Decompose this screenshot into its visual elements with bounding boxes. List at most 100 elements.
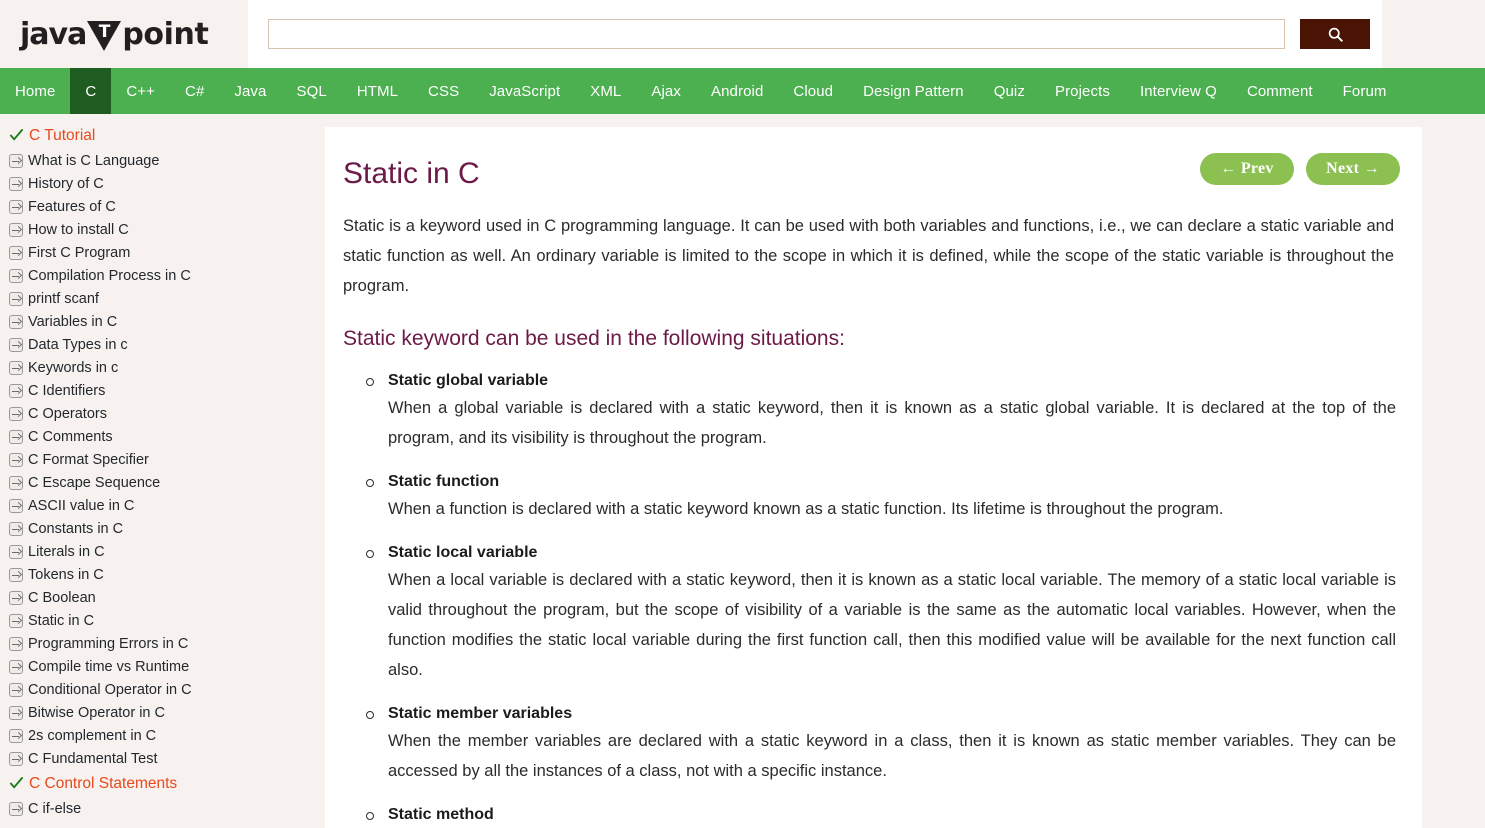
sidebar-item-programming-errors-in-c[interactable]: Programming Errors in C [4, 632, 325, 655]
arrow-box-icon [9, 751, 23, 766]
content-card: Static in C ← Prev Next → Static is a ke… [325, 127, 1422, 828]
sidebar-item-variables-in-c[interactable]: Variables in C [4, 310, 325, 333]
nav-item-css[interactable]: CSS [413, 68, 474, 114]
sidebar-item-c-fundamental-test[interactable]: C Fundamental Test [4, 747, 325, 770]
sidebar-item-literals-in-c[interactable]: Literals in C [4, 540, 325, 563]
logo-zone: java T point [0, 0, 248, 68]
arrow-box-icon [9, 245, 23, 260]
arrow-box-icon [9, 475, 23, 490]
sidebar-item-bitwise-operator-in-c[interactable]: Bitwise Operator in C [4, 701, 325, 724]
nav-item-java[interactable]: Java [219, 68, 281, 114]
sidebar-item-label: C Boolean [28, 589, 96, 606]
arrow-box-icon [9, 590, 23, 605]
javatpoint-logo[interactable]: java T point [20, 17, 209, 52]
sidebar-item-features-of-c[interactable]: Features of C [4, 195, 325, 218]
search-button[interactable] [1300, 19, 1370, 49]
arrow-box-icon [9, 291, 23, 306]
sidebar-item-tokens-in-c[interactable]: Tokens in C [4, 563, 325, 586]
content-header: Static in C ← Prev Next → [343, 149, 1400, 191]
sidebar-item-label: C Tutorial [29, 126, 96, 144]
nav-item-xml[interactable]: XML [575, 68, 636, 114]
sidebar-item-label: Keywords in c [28, 359, 119, 376]
arrow-box-icon [9, 567, 23, 582]
list-item-title: Static method [388, 806, 494, 823]
list-item-description: When the member variables are declared w… [388, 732, 1396, 780]
sidebar-item-c-boolean[interactable]: C Boolean [4, 586, 325, 609]
sidebar-item-2s-complement-in-c[interactable]: 2s complement in C [4, 724, 325, 747]
sidebar-item-c-identifiers[interactable]: C Identifiers [4, 379, 325, 402]
arrow-box-icon [9, 636, 23, 651]
nav-item-home[interactable]: Home [0, 68, 70, 114]
arrow-box-icon [9, 521, 23, 536]
sidebar-item-c-comments[interactable]: C Comments [4, 425, 325, 448]
nav-item-c[interactable]: C++ [111, 68, 170, 114]
sidebar-item-label: What is C Language [28, 152, 160, 169]
nav-item-c[interactable]: C# [170, 68, 219, 114]
sidebar-item-c-if-else[interactable]: C if-else [4, 797, 325, 820]
sidebar-item-c-format-specifier[interactable]: C Format Specifier [4, 448, 325, 471]
nav-item-comment[interactable]: Comment [1232, 68, 1328, 114]
sidebar-item-c-control-statements[interactable]: C Control Statements [4, 770, 325, 797]
search-icon [1328, 27, 1343, 42]
subheading: Static keyword can be used in the follow… [343, 327, 845, 350]
nav-item-projects[interactable]: Projects [1040, 68, 1125, 114]
sidebar-item-label: C Identifiers [28, 382, 106, 399]
nav-item-cloud[interactable]: Cloud [778, 68, 848, 114]
nav-item-c[interactable]: C [70, 68, 112, 114]
search-input[interactable] [268, 19, 1285, 49]
sidebar-item-first-c-program[interactable]: First C Program [4, 241, 325, 264]
sidebar-item-conditional-operator-in-c[interactable]: Conditional Operator in C [4, 678, 325, 701]
arrow-box-icon [9, 406, 23, 421]
check-icon [9, 128, 24, 143]
arrow-box-icon [9, 337, 23, 352]
sidebar-item-compilation-process-in-c[interactable]: Compilation Process in C [4, 264, 325, 287]
arrow-box-icon [9, 268, 23, 283]
logo-letter-t: T [98, 22, 111, 42]
sidebar-item-c-tutorial[interactable]: C Tutorial [4, 122, 325, 149]
sidebar-item-static-in-c[interactable]: Static in C [4, 609, 325, 632]
arrow-box-icon [9, 360, 23, 375]
list-item-description: When a local variable is declared with a… [388, 571, 1396, 679]
nav-item-design-pattern[interactable]: Design Pattern [848, 68, 979, 114]
nav-item-html[interactable]: HTML [342, 68, 413, 114]
arrow-box-icon [9, 199, 23, 214]
sidebar-item-keywords-in-c[interactable]: Keywords in c [4, 356, 325, 379]
sidebar-item-printf-scanf[interactable]: printf scanf [4, 287, 325, 310]
nav-item-ajax[interactable]: Ajax [636, 68, 696, 114]
list-item-description: When a global variable is declared with … [388, 399, 1396, 447]
site-header: java T point [0, 0, 1485, 68]
header-right-spacer [1382, 0, 1482, 68]
sidebar-item-history-of-c[interactable]: History of C [4, 172, 325, 195]
sidebar-item-how-to-install-c[interactable]: How to install C [4, 218, 325, 241]
sidebar-item-what-is-c-language[interactable]: What is C Language [4, 149, 325, 172]
sidebar-item-label: Bitwise Operator in C [28, 704, 165, 721]
list-item-title: Static function [388, 473, 500, 490]
prev-button[interactable]: ← Prev [1200, 153, 1294, 185]
next-button[interactable]: Next → [1306, 153, 1400, 185]
nav-item-sql[interactable]: SQL [281, 68, 341, 114]
sidebar-item-label: 2s complement in C [28, 727, 157, 744]
list-item-title: Static global variable [388, 372, 549, 389]
sidebar-item-label: Conditional Operator in C [28, 681, 192, 698]
sidebar-item-compile-time-vs-runtime[interactable]: Compile time vs Runtime [4, 655, 325, 678]
sidebar-item-c-operators[interactable]: C Operators [4, 402, 325, 425]
list-item: Static methodThe member function of a cl… [366, 803, 1400, 828]
search-zone [248, 0, 1382, 68]
nav-item-quiz[interactable]: Quiz [979, 68, 1040, 114]
arrow-box-icon [9, 498, 23, 513]
sidebar-item-label: C Control Statements [29, 774, 178, 792]
nav-item-interview-q[interactable]: Interview Q [1125, 68, 1232, 114]
sidebar-item-label: Compile time vs Runtime [28, 658, 190, 675]
list-item: Static local variable When a local variab… [366, 541, 1400, 685]
nav-item-android[interactable]: Android [696, 68, 778, 114]
sidebar-item-label: C Comments [28, 428, 113, 445]
sidebar-item-constants-in-c[interactable]: Constants in C [4, 517, 325, 540]
sidebar-item-c-escape-sequence[interactable]: C Escape Sequence [4, 471, 325, 494]
sidebar-item-data-types-in-c[interactable]: Data Types in c [4, 333, 325, 356]
sidebar-item-ascii-value-in-c[interactable]: ASCII value in C [4, 494, 325, 517]
list-item-title: Static member variables [388, 705, 573, 722]
sidebar-item-label: Features of C [28, 198, 116, 215]
nav-item-javascript[interactable]: JavaScript [474, 68, 575, 114]
nav-item-forum[interactable]: Forum [1328, 68, 1402, 114]
arrow-box-icon [9, 613, 23, 628]
